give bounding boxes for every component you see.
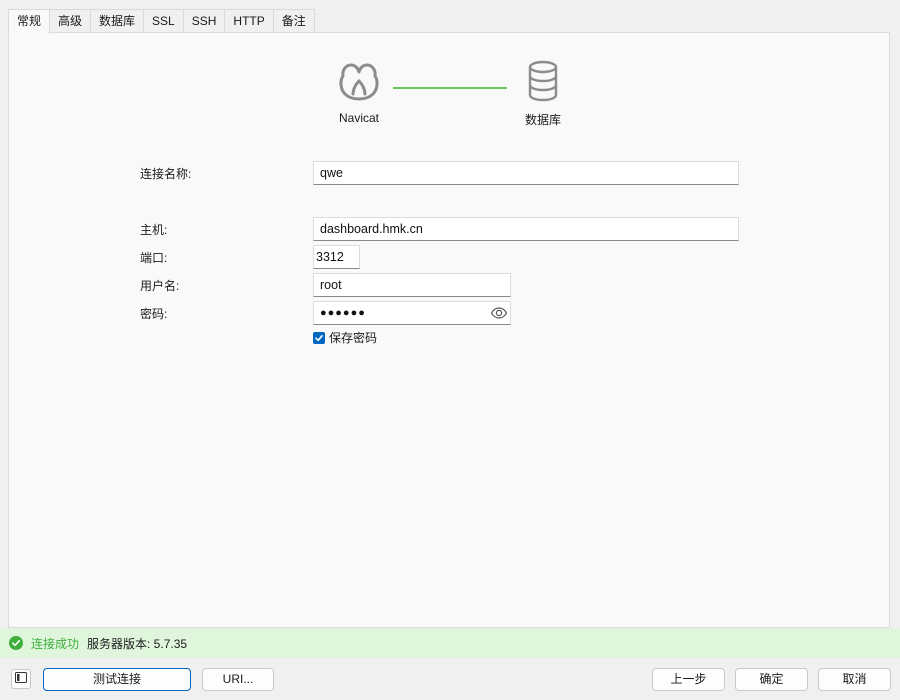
- show-password-eye-icon[interactable]: [490, 304, 508, 322]
- tab-ssh[interactable]: SSH: [182, 9, 226, 32]
- tab-bar: 常规 高级 数据库 SSL SSH HTTP 备注: [8, 9, 315, 34]
- ok-button[interactable]: 确定: [735, 668, 808, 691]
- username-input[interactable]: root: [313, 273, 511, 297]
- password-value: ●●●●●●: [320, 307, 366, 319]
- general-panel: Navicat 数据库 连接名称: qwe 主机: dashboard.hmk.…: [8, 32, 890, 628]
- status-bar: 连接成功 服务器版本: 5.7.35: [0, 628, 900, 658]
- navicat-logo-icon: [319, 59, 399, 103]
- test-connection-button[interactable]: 测试连接: [43, 668, 191, 691]
- save-password-label: 保存密码: [329, 331, 378, 345]
- cancel-button[interactable]: 取消: [818, 668, 891, 691]
- navicat-label: Navicat: [338, 111, 379, 125]
- connector-line: [393, 87, 507, 89]
- tab-general[interactable]: 常规: [8, 9, 51, 34]
- password-field[interactable]: ●●●●●●: [313, 301, 511, 325]
- host-label: 主机:: [140, 223, 168, 237]
- check-circle-icon: [9, 636, 23, 650]
- save-password-checkbox[interactable]: [313, 331, 325, 344]
- server-version: 服务器版本: 5.7.35: [87, 636, 188, 651]
- navicat-node: Navicat: [319, 59, 399, 125]
- database-node: 数据库: [503, 59, 583, 128]
- sidebar-toggle-button[interactable]: [11, 669, 31, 689]
- save-password-checkbox-row[interactable]: 保存密码: [313, 329, 377, 346]
- tab-ssl[interactable]: SSL: [143, 9, 184, 32]
- tab-databases[interactable]: 数据库: [90, 9, 145, 32]
- connection-name-input[interactable]: qwe: [313, 161, 739, 185]
- port-input[interactable]: 3312: [313, 245, 360, 269]
- password-label: 密码:: [140, 307, 168, 321]
- username-label: 用户名:: [140, 279, 180, 293]
- tab-notes[interactable]: 备注: [272, 9, 315, 32]
- tab-advanced[interactable]: 高级: [49, 9, 92, 32]
- connection-name-label: 连接名称:: [140, 167, 192, 181]
- status-message: 连接成功: [31, 636, 80, 651]
- tab-http[interactable]: HTTP: [224, 9, 274, 32]
- back-button[interactable]: 上一步: [652, 668, 725, 691]
- host-input[interactable]: dashboard.hmk.cn: [313, 217, 739, 241]
- port-label: 端口:: [140, 251, 168, 265]
- database-icon: [503, 59, 583, 103]
- database-label: 数据库: [524, 113, 561, 127]
- sidebar-toggle-icon: [15, 672, 27, 686]
- uri-button[interactable]: URI...: [202, 668, 274, 691]
